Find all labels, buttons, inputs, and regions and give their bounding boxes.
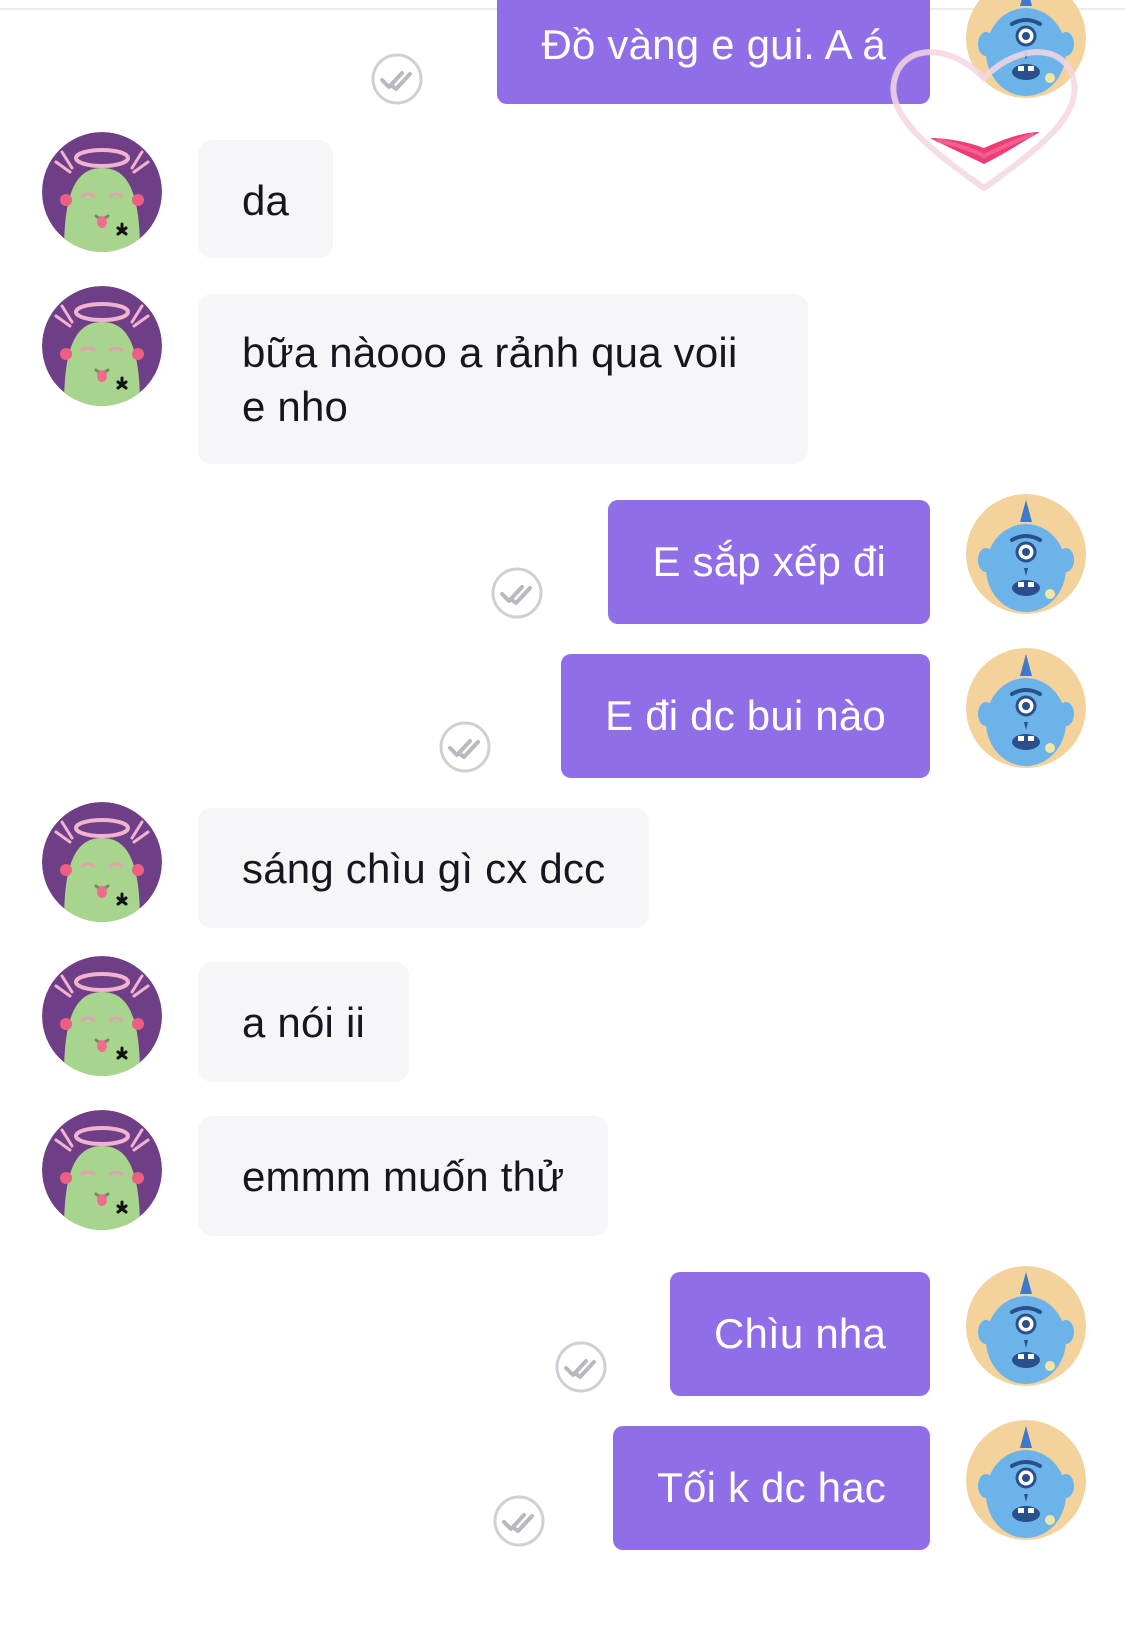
green-alien-avatar-icon[interactable]: [42, 132, 162, 252]
seen-check-icon: [370, 52, 424, 106]
seen-check-icon: [492, 1494, 546, 1548]
blue-cyclops-monster-avatar-icon[interactable]: [966, 1266, 1086, 1386]
message-bubble-incoming[interactable]: emmm muốn thử: [198, 1116, 609, 1236]
seen-check-icon: [438, 720, 492, 774]
seen-check-icon: [490, 566, 544, 620]
message-bubble-outgoing[interactable]: Chìu nha: [669, 1272, 930, 1396]
blue-cyclops-monster-avatar-icon[interactable]: [966, 1420, 1086, 1540]
blue-cyclops-monster-avatar-icon[interactable]: [966, 494, 1086, 614]
green-alien-avatar-icon[interactable]: [42, 286, 162, 406]
green-alien-avatar-icon[interactable]: [42, 802, 162, 922]
message-bubble-outgoing[interactable]: E đi dc bui nào: [561, 654, 930, 778]
chat-thread[interactable]: Đồ vàng e gui. A á da bữa nàooo a rảnh q…: [0, 0, 1125, 1644]
message-bubble-outgoing[interactable]: E sắp xếp đi: [608, 500, 930, 624]
message-bubble-incoming[interactable]: bữa nàooo a rảnh qua voii e nho: [198, 294, 808, 464]
green-alien-avatar-icon[interactable]: [42, 1110, 162, 1230]
message-bubble-outgoing[interactable]: Đồ vàng e gui. A á: [497, 0, 930, 104]
message-bubble-incoming[interactable]: sáng chìu gì cx dcc: [198, 808, 650, 928]
seen-check-icon: [554, 1340, 608, 1394]
green-alien-avatar-icon[interactable]: [42, 956, 162, 1076]
message-bubble-incoming[interactable]: da: [198, 140, 334, 258]
blue-cyclops-monster-avatar-icon[interactable]: [966, 648, 1086, 768]
message-bubble-incoming[interactable]: a nói ii: [198, 962, 410, 1082]
blue-cyclops-monster-avatar-icon[interactable]: [966, 0, 1086, 98]
message-bubble-outgoing[interactable]: Tối k dc hac: [613, 1426, 930, 1550]
